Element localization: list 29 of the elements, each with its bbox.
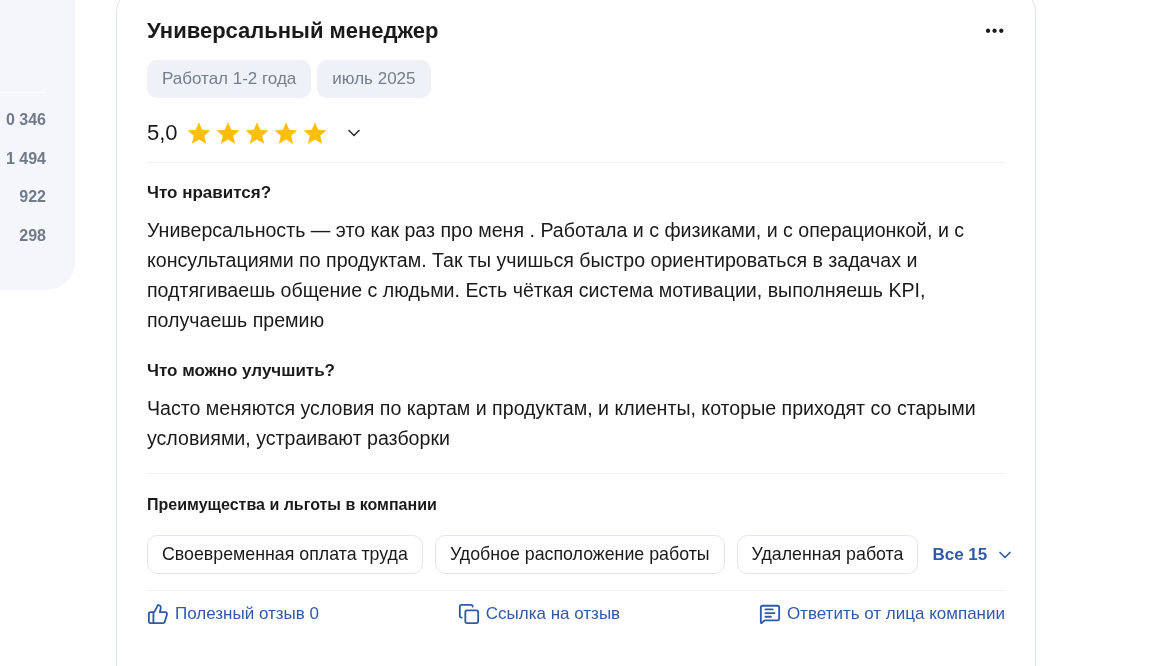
section-heading: Что нравится? — [147, 183, 273, 203]
more-button[interactable]: ••• — [985, 22, 1005, 40]
helpful-link[interactable]: Полезный отзыв 0 — [147, 603, 319, 625]
benefit-chip: Удаленная работа — [736, 535, 919, 574]
star-icon — [301, 120, 328, 146]
message-icon — [758, 603, 781, 625]
copy-link[interactable]: Ссылка на отзыв — [457, 603, 621, 625]
star-icon — [214, 120, 241, 146]
benefit-chip: Своевременная оплата труда — [147, 535, 423, 574]
review-text: Универсальность — это как раз про меня . Работала и с физиками, и с операционкой, и с консультациями по продуктам. Так ты учишься быстро ориентироваться в задачах и подтягиваешь общение с людьми. Есть чёткая система мотивации, выполняешь KPI, получаешь премию — [147, 218, 966, 333]
rating-value: 5,0 — [147, 120, 178, 146]
reply-link[interactable]: Ответить от лица компании — [758, 603, 1005, 625]
thumbs-up-icon — [147, 603, 169, 625]
count-text: 1 494 — [5, 149, 46, 169]
show-all-button[interactable]: Все 15 — [930, 544, 1016, 565]
copy-icon — [457, 603, 480, 625]
tag: Работал 1-2 года — [147, 60, 312, 98]
review-title: Универсальный менеджер — [147, 18, 439, 44]
star-icon — [272, 120, 299, 146]
tag: июль 2025 — [317, 60, 431, 98]
benefit-chip: Удобное расположение работы — [434, 535, 725, 574]
section-heading: Что можно улучшить? — [147, 361, 336, 381]
count-text: 0 346 — [5, 111, 46, 130]
star-icon — [185, 120, 212, 146]
count-text: 922 — [19, 188, 46, 207]
review-text: Часто меняются условия по картам и продуктам, и клиенты, которые приходят со старыми условиями, устраивают разборки — [147, 396, 977, 451]
count-text: 298 — [19, 226, 46, 246]
benefits-heading: Преимущества и льготы в компании — [147, 496, 438, 514]
star-icon — [243, 120, 270, 146]
